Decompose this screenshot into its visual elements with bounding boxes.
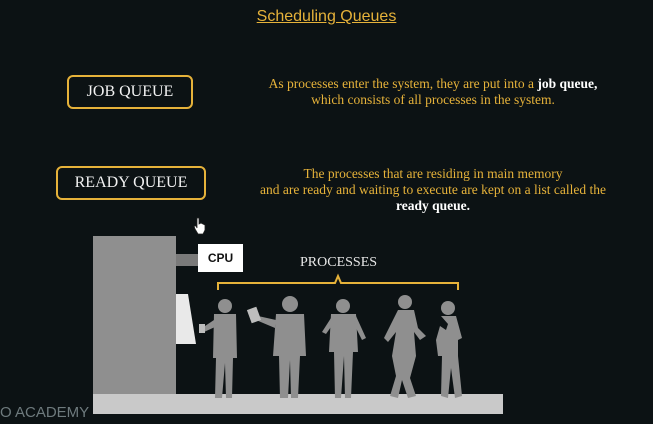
person-silhouette-icon	[436, 301, 462, 398]
person-silhouette-icon	[246, 296, 306, 398]
job-queue-description: As processes enter the system, they are …	[228, 76, 638, 108]
job-queue-desc-bold: job queue,	[537, 76, 598, 91]
mouse-cursor-icon	[193, 217, 206, 235]
cpu-label: CPU	[207, 251, 234, 265]
slide: Scheduling Queues JOB QUEUE As processes…	[0, 0, 653, 424]
person-silhouette-icon	[384, 295, 426, 398]
job-queue-desc-text-2: which consists of all processes in the s…	[311, 92, 555, 107]
cpu-connector	[176, 254, 200, 266]
processes-bracket	[217, 273, 459, 290]
cpu-screen	[176, 294, 196, 344]
ready-queue-description: The processes that are residing in main …	[228, 166, 638, 214]
slide-title: Scheduling Queues	[256, 8, 397, 25]
person-silhouette-icon	[322, 299, 366, 398]
ready-queue-desc-line-1: The processes that are residing in main …	[303, 166, 563, 181]
ready-queue-label: READY QUEUE	[74, 174, 188, 191]
ready-queue-desc-bold: ready queue.	[395, 198, 470, 213]
ready-queue-box: READY QUEUE	[56, 166, 206, 200]
job-queue-desc-text: As processes enter the system, they are …	[268, 76, 535, 91]
job-queue-box: JOB QUEUE	[67, 75, 193, 109]
ready-queue-desc-line-2: and are ready and waiting to execute are…	[260, 182, 606, 197]
processes-label: PROCESSES	[300, 255, 378, 270]
cpu-machine	[93, 236, 176, 394]
watermark: O ACADEMY	[0, 404, 90, 421]
job-queue-label: JOB QUEUE	[86, 83, 174, 100]
cpu-label-box: CPU	[198, 244, 243, 272]
person-silhouette-icon	[199, 299, 237, 398]
